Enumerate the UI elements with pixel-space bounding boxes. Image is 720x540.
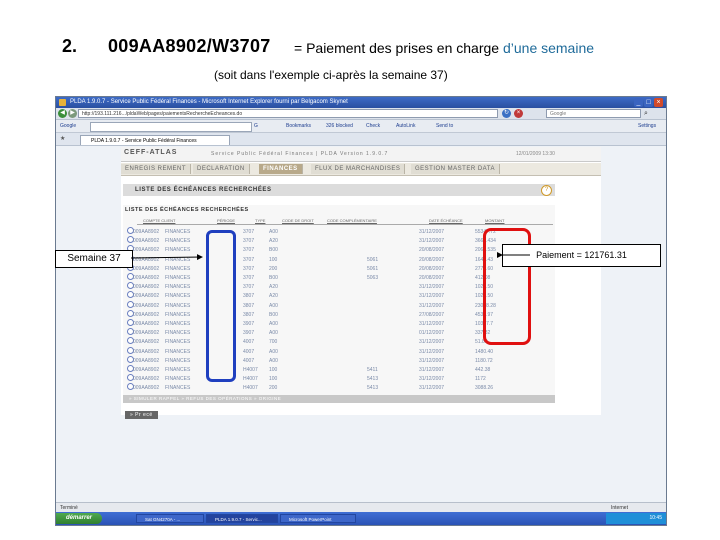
annotation-arrows <box>130 252 530 261</box>
week-arrow <box>130 254 203 261</box>
